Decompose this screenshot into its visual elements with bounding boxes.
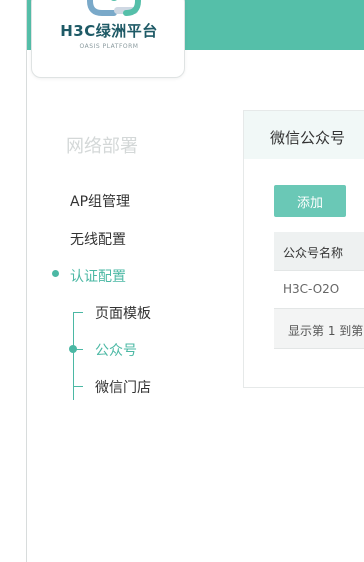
logo-subtitle: OASIS PLATFORM	[79, 43, 139, 50]
table-row[interactable]: H3C-O2O	[274, 271, 364, 309]
active-indicator-dot	[52, 270, 59, 277]
subnav-active-dot	[69, 345, 77, 353]
logo-card[interactable]: H3C绿洲平台 OASIS PLATFORM	[31, 0, 185, 78]
subnav-tree-tick	[73, 386, 83, 387]
sidebar-item-wireless-config[interactable]: 无线配置	[70, 229, 126, 249]
add-button[interactable]: 添加	[274, 185, 346, 217]
panel-title: 微信公众号	[270, 129, 346, 147]
table-header: 公众号名称	[274, 232, 364, 271]
logo-icon	[87, 0, 141, 16]
pagination-info: 显示第 1 到第	[288, 324, 364, 338]
logo-title: H3C绿洲平台	[60, 22, 158, 40]
sidebar-heading: 网络部署	[66, 136, 138, 157]
column-header-account-name[interactable]: 公众号名称	[283, 244, 343, 261]
sidebar-subitem-official-account[interactable]: 公众号	[95, 340, 137, 360]
content-panel: 微信公众号 添加 公众号名称 H3C-O2O 显示第 1 到第	[243, 110, 364, 388]
left-border	[26, 0, 27, 562]
pagination-bar: 显示第 1 到第	[274, 309, 364, 349]
panel-header: 微信公众号	[244, 111, 364, 159]
table-cell-account-name: H3C-O2O	[283, 282, 340, 296]
subnav-tree-tick	[73, 312, 83, 313]
sidebar-subitem-wechat-store[interactable]: 微信门店	[95, 377, 151, 397]
sidebar-item-ap-group[interactable]: AP组管理	[70, 191, 130, 211]
sidebar-item-auth-config[interactable]: 认证配置	[70, 266, 126, 286]
sidebar-subitem-page-template[interactable]: 页面模板	[95, 303, 151, 323]
